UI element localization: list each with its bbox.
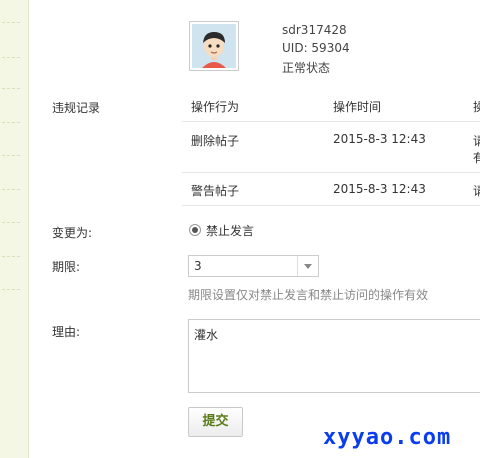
period-select[interactable]: 3 [188,255,319,277]
username: sdr317428 [282,23,347,37]
violations-label: 违规记录 [52,101,101,115]
table-row-extra: 有 [473,151,480,165]
reason-textarea[interactable]: 灌水 [188,319,480,393]
ban-speech-option-label[interactable]: 禁止发言 [206,222,254,239]
change-label: 变更为: [52,226,93,240]
avatar-face-icon [192,24,236,68]
ban-speech-radio[interactable] [189,224,201,236]
sidebar-divider [2,57,20,58]
user-avatar[interactable] [189,21,239,71]
sidebar-divider [2,256,20,257]
sidebar-divider [2,222,20,223]
period-select-value: 3 [194,259,202,273]
sidebar-divider [2,289,20,290]
sidebar-divider [2,155,20,156]
sidebar-divider [2,88,20,89]
header-time: 操作时间 [333,100,382,114]
table-row-time: 2015-8-3 12:43 [333,132,426,146]
table-row-action: 警告帖子 [191,184,240,198]
table-row-action: 删除帖子 [191,134,240,148]
table-divider [182,205,480,206]
sidebar-divider [2,22,20,23]
period-hint: 期限设置仅对禁止发言和禁止访问的操作有效 [188,288,429,302]
period-label: 期限: [52,260,81,274]
left-sidebar [0,0,29,458]
sidebar-divider [2,189,20,190]
watermark: xyyao.com [323,425,452,450]
table-row-extra: 请 [473,134,480,148]
user-uid: UID: 59304 [282,41,350,55]
table-divider [182,121,480,122]
user-status: 正常状态 [282,61,331,75]
table-row-extra: 请 [473,184,480,198]
submit-button[interactable]: 提交 [188,407,243,437]
header-action: 操作行为 [191,100,240,114]
chevron-down-icon[interactable] [297,256,318,276]
avatar-image [192,24,236,68]
table-divider [182,172,480,173]
sidebar-divider [2,122,20,123]
table-row-time: 2015-8-3 12:43 [333,182,426,196]
header-extra: 操 [473,100,480,114]
reason-label: 理由: [52,325,81,339]
